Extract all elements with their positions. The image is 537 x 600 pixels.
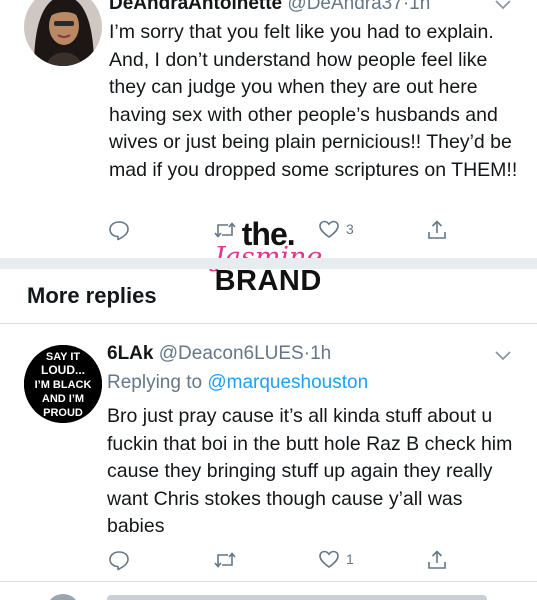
tweet-6lak[interactable]: SAY IT LOUD... I’M BLACK AND I’M PROUD 6… [0, 324, 537, 582]
watermark-logo: the. Jasmine BRAND [214, 218, 322, 296]
avatar-text-4: AND I’M [42, 393, 84, 405]
display-name[interactable]: DeAndraAntoinette [109, 0, 282, 14]
like-count: 1 [346, 551, 354, 567]
section-title: More replies [27, 283, 157, 308]
share-icon [428, 550, 446, 569]
reply-button[interactable] [108, 549, 130, 571]
watermark-brand: BRAND [214, 265, 322, 297]
retweet-icon [214, 552, 236, 568]
tweet-header: 6LAk @Deacon6LUES·1h [107, 343, 331, 365]
like-button[interactable]: 3 [318, 219, 354, 239]
timestamp[interactable]: 1h [409, 0, 430, 14]
avatar[interactable] [24, 0, 102, 66]
avatar-text-1: SAY IT [46, 351, 81, 363]
tweet-text: Bro just pray cause it’s all kinda stuff… [107, 405, 513, 538]
handle[interactable]: @Deacon6LUES [159, 343, 304, 364]
avatar-text-5: PROUD [43, 407, 83, 419]
like-count: 3 [346, 221, 354, 237]
reply-icon [109, 551, 129, 571]
retweet-button[interactable] [213, 549, 237, 571]
replying-to: Replying to @marqueshouston [107, 372, 368, 394]
timestamp[interactable]: 1h [310, 343, 331, 364]
replying-to-label: Replying to [107, 372, 203, 393]
display-name[interactable]: 6LAk [107, 343, 153, 364]
share-icon [428, 220, 446, 239]
replying-to-handle[interactable]: @marqueshouston [207, 372, 368, 393]
avatar[interactable]: SAY IT LOUD... I’M BLACK AND I’M PROUD [24, 345, 102, 423]
tweet-text: I’m sorry that you felt like you had to … [109, 21, 518, 181]
reply-button[interactable] [108, 219, 130, 241]
next-tweet-partial[interactable] [0, 582, 537, 600]
handle[interactable]: @DeAndra37 [287, 0, 402, 14]
chevron-down-icon[interactable] [494, 0, 512, 16]
tweet-header: DeAndraAntoinette @DeAndra37·1h [109, 0, 430, 15]
share-button[interactable] [426, 549, 448, 571]
avatar-text-2: LOUD... [41, 363, 85, 377]
chevron-down-icon[interactable] [494, 349, 512, 367]
avatar-image [24, 0, 102, 66]
share-button[interactable] [426, 219, 448, 241]
tweet-actions: 1 [108, 549, 448, 573]
avatar-text-3: I’M BLACK [35, 379, 92, 391]
like-button[interactable]: 1 [318, 549, 354, 569]
next-header-blur [107, 595, 487, 600]
section-divider [0, 258, 537, 269]
reply-icon [109, 221, 129, 241]
avatar-image: SAY IT LOUD... I’M BLACK AND I’M PROUD [24, 345, 102, 423]
next-avatar [46, 594, 80, 600]
like-icon [319, 550, 339, 568]
